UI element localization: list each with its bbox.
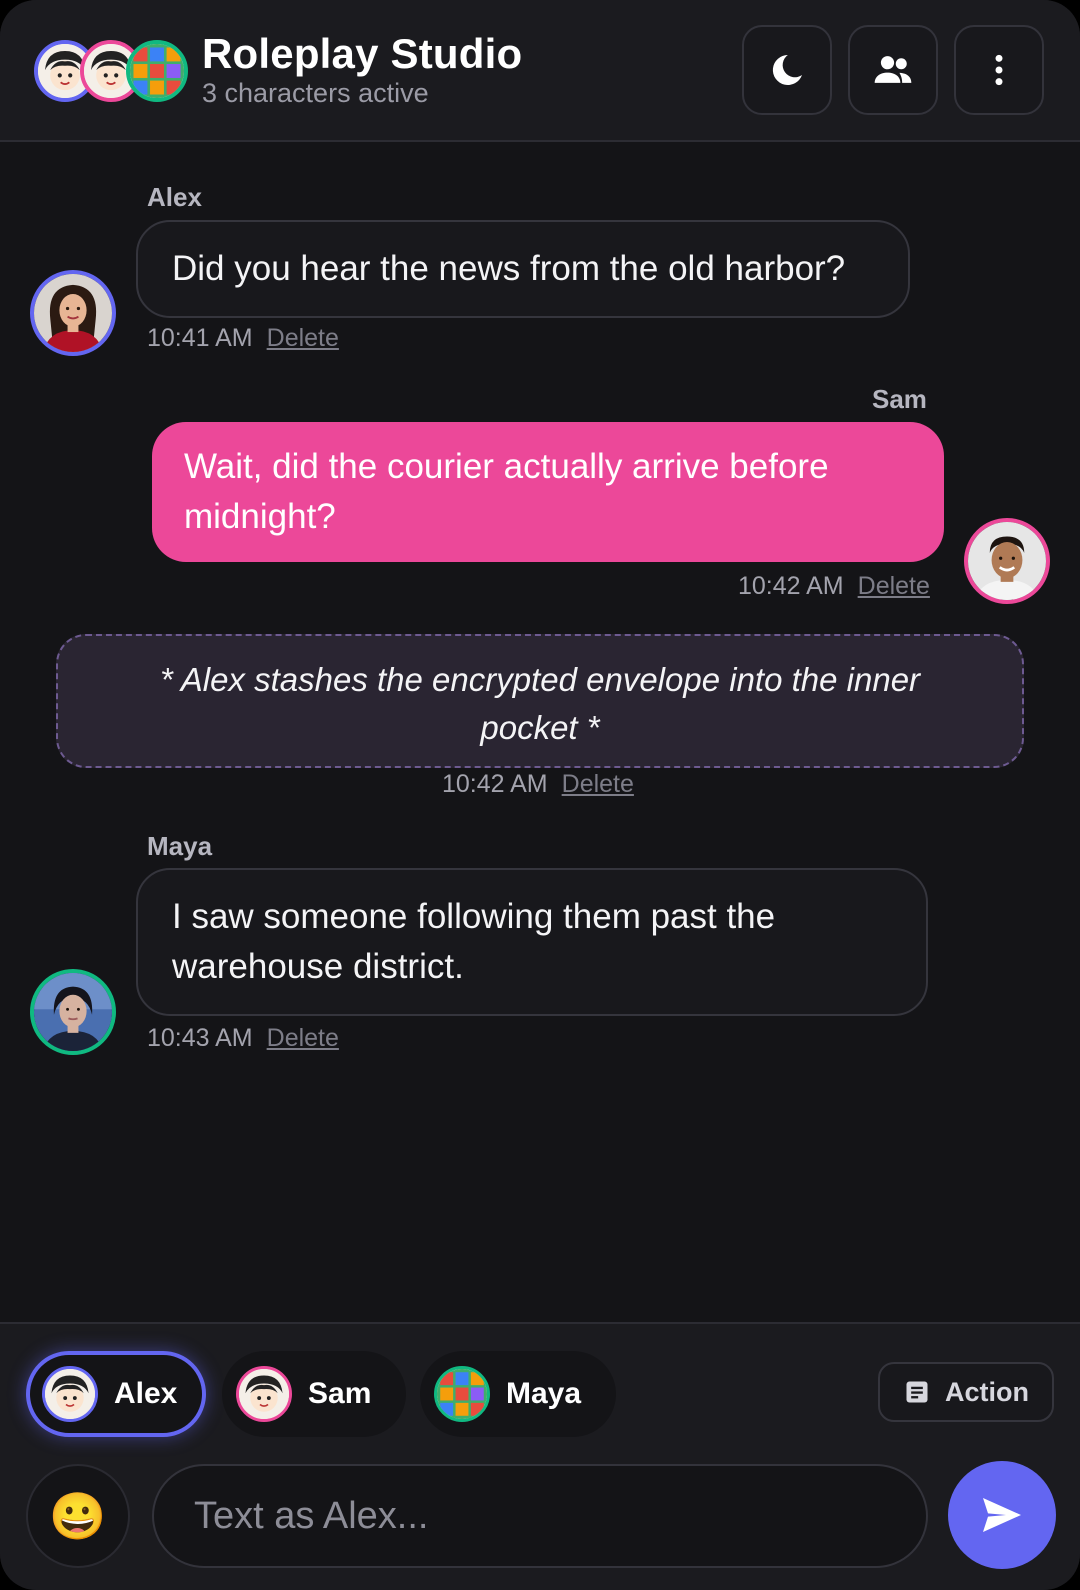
character-chip-label: Maya [506,1377,582,1410]
header: Roleplay Studio 3 characters active [0,0,1080,142]
character-avatar-stack [34,40,194,102]
users-icon [874,56,912,83]
alex-avatar[interactable] [30,270,116,356]
send-button[interactable] [948,1461,1056,1569]
delete-message-link[interactable]: Delete [267,1024,339,1052]
moon-icon [772,55,802,85]
message-author: Alex [147,182,202,212]
message-meta: 10:41 AM Delete [147,324,339,353]
message-bubble: Did you hear the news from the old harbo… [136,220,910,318]
delete-message-link[interactable]: Delete [562,770,634,798]
composer-panel: Alex Sam Maya Action 😀 [0,1322,1080,1590]
more-vertical-icon [995,54,1003,86]
message-author: Maya [147,831,213,861]
sam-avatar[interactable] [964,518,1050,604]
action-message: * Alex stashes the encrypted envelope in… [56,634,1024,768]
action-mode-label: Action [945,1376,1029,1407]
characters-button[interactable] [848,25,938,115]
active-characters-count: 3 characters active [202,78,429,108]
message-author: Sam [872,384,927,414]
message-bubble: I saw someone following them past the wa… [136,868,928,1016]
message-bubble: Wait, did the courier actually arrive be… [152,422,944,562]
message-meta: 10:42 AM Delete [442,770,634,799]
character-chip-sam[interactable]: Sam [222,1351,406,1437]
message-meta: 10:42 AM Delete [738,572,930,601]
character-chip-alex[interactable]: Alex [26,1351,206,1437]
note-icon [906,1381,928,1403]
send-icon [983,1498,1021,1532]
character-chip-label: Alex [114,1377,178,1410]
message-meta: 10:43 AM Delete [147,1024,339,1053]
action-mode-button[interactable]: Action [878,1362,1054,1422]
theme-toggle-button[interactable] [742,25,832,115]
maya-chip-avatar [434,1366,490,1422]
more-options-button[interactable] [954,25,1044,115]
delete-message-link[interactable]: Delete [267,324,339,352]
maya-stack-avatar [126,40,188,102]
message-timestamp: 10:42 AM [738,572,844,600]
delete-message-link[interactable]: Delete [858,572,930,600]
character-chip-maya[interactable]: Maya [420,1351,616,1437]
emoji-picker-button[interactable]: 😀 [26,1464,130,1568]
maya-avatar[interactable] [30,969,116,1055]
sam-chip-avatar [236,1366,292,1422]
message-timestamp: 10:42 AM [442,770,548,798]
message-timestamp: 10:43 AM [147,1024,253,1052]
app-title: Roleplay Studio [202,30,523,77]
emoji-icon: 😀 [49,1489,107,1542]
character-chip-label: Sam [308,1377,372,1410]
chat-app: Roleplay Studio 3 characters active Alex… [0,0,1080,1590]
alex-chip-avatar [42,1366,98,1422]
message-input[interactable] [152,1464,928,1568]
message-timestamp: 10:41 AM [147,324,253,352]
